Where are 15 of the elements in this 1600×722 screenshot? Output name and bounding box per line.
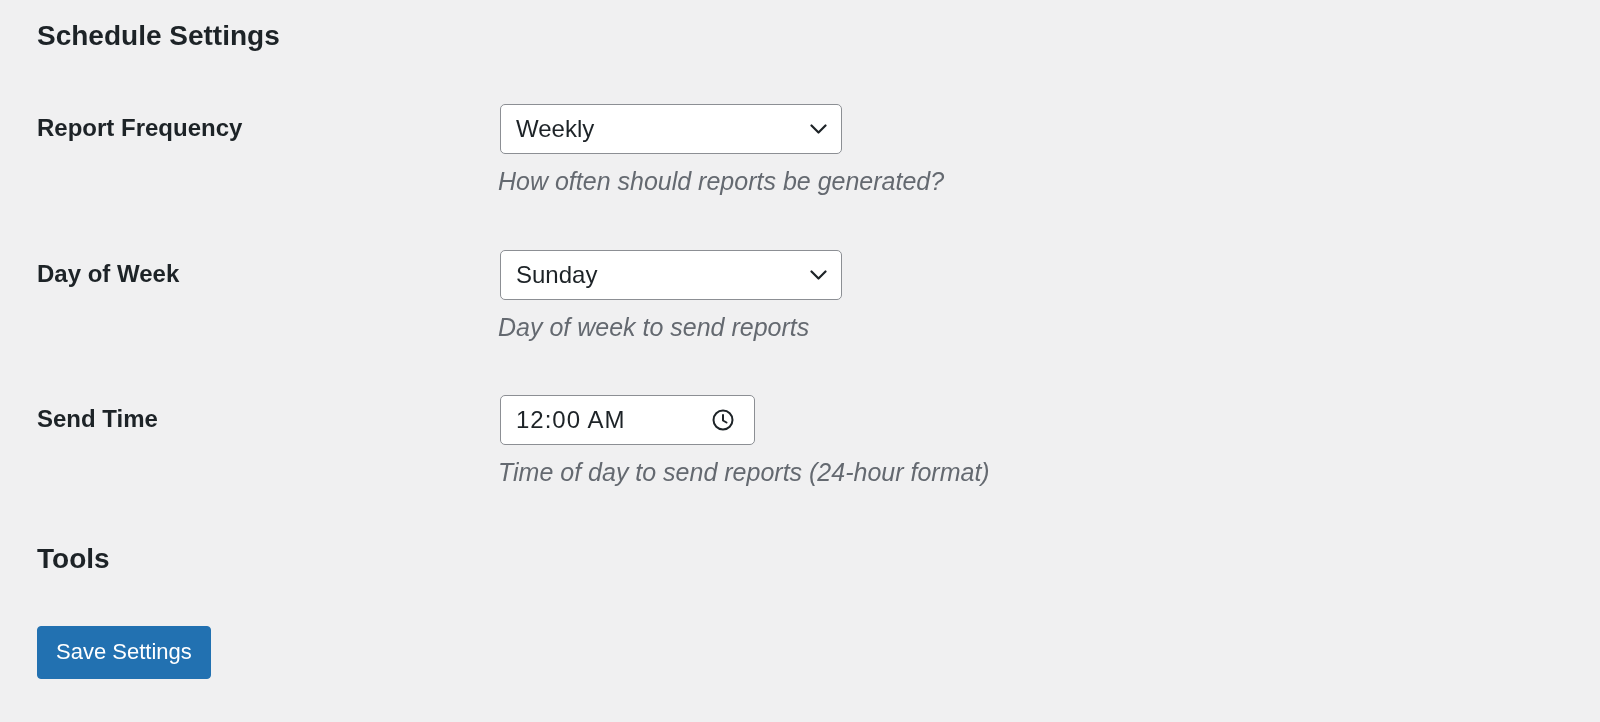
field-description: How often should reports be generated? [498, 166, 945, 197]
clock-icon [712, 409, 734, 432]
dropdown[interactable]: Weekly [500, 104, 842, 155]
field-label: Send Time [37, 404, 158, 435]
section-heading: Tools [37, 541, 110, 576]
field-label: Day of Week [37, 258, 180, 289]
field-description: Time of day to send reports (24-hour format) [498, 457, 990, 488]
chevron-down-icon [810, 269, 827, 280]
time-field[interactable]: 12:00 AM [500, 395, 755, 446]
field-description: Day of week to send reports [498, 311, 810, 342]
save-settings-button[interactable]: Save Settings [37, 626, 211, 680]
dropdown[interactable]: Sunday [500, 249, 842, 300]
section-heading: Schedule Settings [37, 19, 280, 53]
field-label: Report Frequency [37, 113, 243, 144]
chevron-down-icon [810, 124, 827, 135]
